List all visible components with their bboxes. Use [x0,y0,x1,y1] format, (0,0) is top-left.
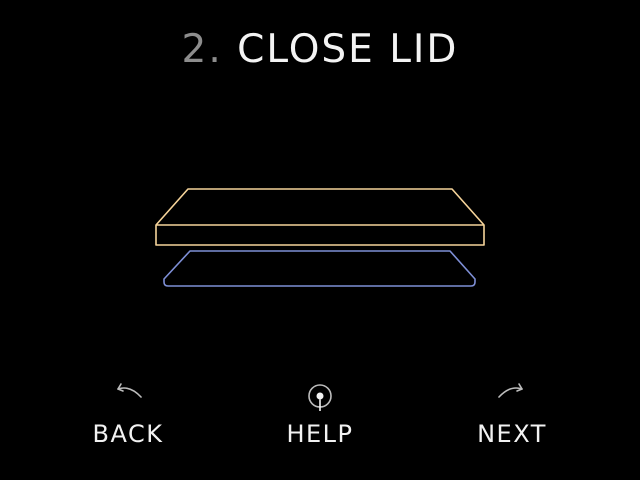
help-button[interactable]: HELP [260,382,380,454]
back-label: BACK [92,420,164,448]
redo-arrow-icon [498,383,523,398]
lid-panel-icon [155,188,485,246]
undo-arrow-icon [117,383,142,398]
base-tray-icon [163,250,476,287]
help-pin-icon [308,384,332,411]
back-button[interactable]: BACK [68,382,188,454]
next-label: NEXT [477,420,547,448]
help-label: HELP [286,420,354,448]
next-button[interactable]: NEXT [452,382,572,454]
